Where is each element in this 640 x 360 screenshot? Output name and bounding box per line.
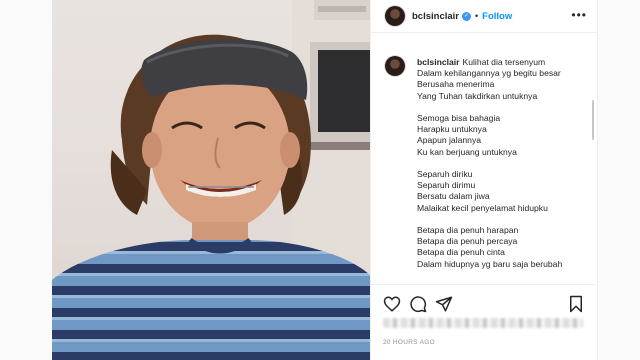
share-icon[interactable] — [435, 295, 453, 313]
caption-line: Apapun jalannya — [417, 135, 482, 146]
post-photo[interactable] — [52, 0, 370, 360]
heart-icon[interactable] — [383, 295, 401, 313]
caption-line: Betapa dia penuh harapan — [417, 225, 519, 235]
bookmark-icon[interactable] — [567, 295, 585, 313]
caption-area: bclsinclair Kulihat dia tersenyum Dalam k… — [371, 44, 597, 284]
caption-line: Bersatu dalam jiwa — [417, 191, 490, 202]
caption-gap — [417, 214, 587, 225]
caption-line: Berusaha menerima — [417, 79, 495, 90]
avatar[interactable] — [385, 6, 405, 26]
caption-line: Separuh diriku — [417, 169, 473, 179]
header-username[interactable]: bclsinclair — [412, 11, 459, 22]
caption-gap — [417, 158, 587, 169]
caption-line: Separuh dirimu — [417, 180, 476, 191]
photo-illustration — [52, 0, 370, 360]
caption-line: Dalam kehilangannya yg begitu besar — [417, 68, 561, 79]
caption-line: Yang Tuhan takdirkan untuknya — [417, 90, 538, 101]
likes-count-blurred — [383, 318, 583, 328]
caption-line: Kulihat dia tersenyum — [462, 57, 546, 67]
caption-line: Malaikat kecil penyelamat hidupku — [417, 202, 548, 213]
separator-dot: • — [475, 11, 479, 21]
more-options-icon[interactable]: ••• — [571, 9, 587, 21]
caption-username[interactable]: bclsinclair — [417, 57, 460, 67]
caption-line: Betapa dia penuh percaya — [417, 236, 518, 247]
post-timestamp: 20 HOURS AGO — [383, 339, 436, 346]
comment-icon[interactable] — [409, 295, 427, 313]
caption-text: bclsinclair Kulihat dia tersenyum Dalam k… — [417, 57, 587, 270]
caption-line: Betapa dia penuh cinta — [417, 247, 505, 258]
caption-line: Ku kan berjuang untuknya — [417, 146, 517, 157]
post-header: bclsinclair ✓ • Follow ••• — [371, 0, 597, 33]
screenshot-frame: bclsinclair ✓ • Follow ••• bclsinclair Ku… — [0, 0, 640, 360]
caption-line: Dalam hidupnya yg baru saja berubah — [417, 258, 563, 269]
caption-scrollbar[interactable] — [592, 100, 594, 140]
caption-avatar[interactable] — [385, 56, 405, 76]
verified-badge-icon: ✓ — [462, 11, 471, 21]
caption-line: Semoga bisa bahagia — [417, 113, 501, 123]
post-detail-panel: bclsinclair ✓ • Follow ••• bclsinclair Ku… — [370, 0, 598, 360]
follow-button[interactable]: Follow — [482, 11, 512, 22]
caption-line: Harapku untuknya — [417, 124, 487, 135]
caption-gap — [417, 102, 587, 113]
